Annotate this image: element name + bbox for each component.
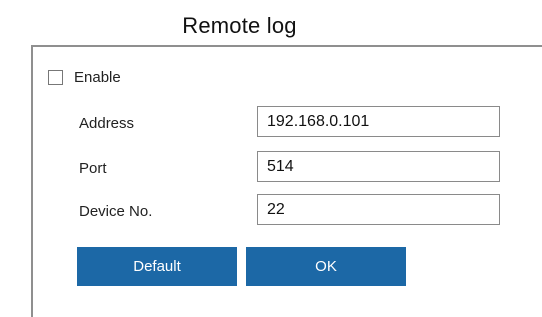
address-label: Address	[79, 115, 135, 132]
ok-button[interactable]: OK	[246, 247, 406, 286]
port-label: Port	[79, 160, 107, 177]
dialog-title: Remote log	[182, 13, 297, 38]
device-no-field[interactable]	[257, 194, 500, 225]
enable-checkbox[interactable]	[48, 69, 63, 85]
enable-label: Enable	[74, 68, 121, 86]
port-field[interactable]	[257, 151, 500, 182]
address-field[interactable]	[257, 106, 500, 137]
default-button[interactable]: Default	[77, 247, 237, 286]
device-no-label: Device No.	[79, 203, 153, 220]
enable-row: Enable	[48, 68, 121, 86]
